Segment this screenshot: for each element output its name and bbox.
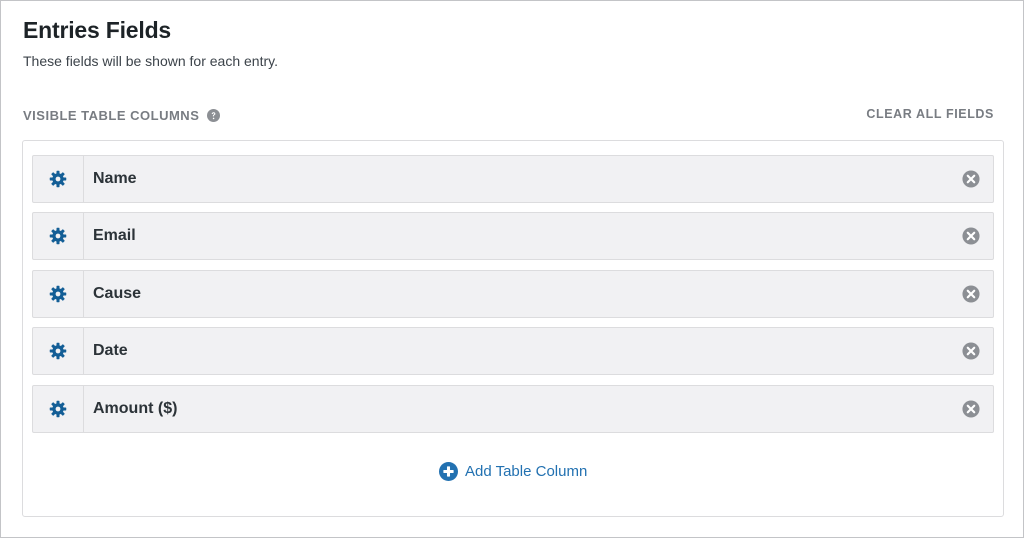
- add-table-column-button[interactable]: Add Table Column: [439, 462, 587, 481]
- field-label: Email: [93, 227, 136, 244]
- field-settings-button[interactable]: [33, 156, 84, 202]
- field-row[interactable]: Name: [32, 155, 994, 203]
- gear-icon: [49, 400, 67, 418]
- field-settings-button[interactable]: [33, 328, 84, 374]
- field-row[interactable]: Email: [32, 212, 994, 260]
- field-settings-button[interactable]: [33, 386, 84, 432]
- remove-field-icon[interactable]: [962, 285, 980, 303]
- gear-icon: [49, 227, 67, 245]
- gear-icon: [49, 342, 67, 360]
- gear-icon: [49, 285, 67, 303]
- field-row[interactable]: Amount ($): [32, 385, 994, 433]
- field-row[interactable]: Cause: [32, 270, 994, 318]
- field-settings-button[interactable]: [33, 271, 84, 317]
- clear-all-fields-button[interactable]: CLEAR ALL FIELDS: [866, 107, 994, 121]
- remove-field-icon[interactable]: [962, 170, 980, 188]
- field-label: Amount ($): [93, 400, 178, 417]
- add-table-column-label: Add Table Column: [465, 463, 588, 480]
- field-row[interactable]: Date: [32, 327, 994, 375]
- page-title: Entries Fields: [23, 17, 172, 43]
- table-columns-panel: Name Email Cause Date Amount ($) Add Tab…: [22, 140, 1004, 517]
- remove-field-icon[interactable]: [962, 227, 980, 245]
- field-label: Date: [93, 342, 128, 359]
- field-label: Cause: [93, 285, 142, 302]
- gear-icon: [49, 170, 67, 188]
- section-label: VISIBLE TABLE COLUMNS: [23, 108, 200, 123]
- help-circle-icon[interactable]: [207, 109, 221, 122]
- plus-circle-icon: [439, 462, 458, 481]
- entries-fields-container: Entries Fields These fields will be show…: [0, 0, 1024, 538]
- remove-field-icon[interactable]: [962, 342, 980, 360]
- section-header: VISIBLE TABLE COLUMNS: [23, 108, 221, 123]
- field-label: Name: [93, 170, 137, 187]
- remove-field-icon[interactable]: [962, 400, 980, 418]
- field-settings-button[interactable]: [33, 213, 84, 259]
- page-subtitle: These fields will be shown for each entr…: [23, 53, 278, 69]
